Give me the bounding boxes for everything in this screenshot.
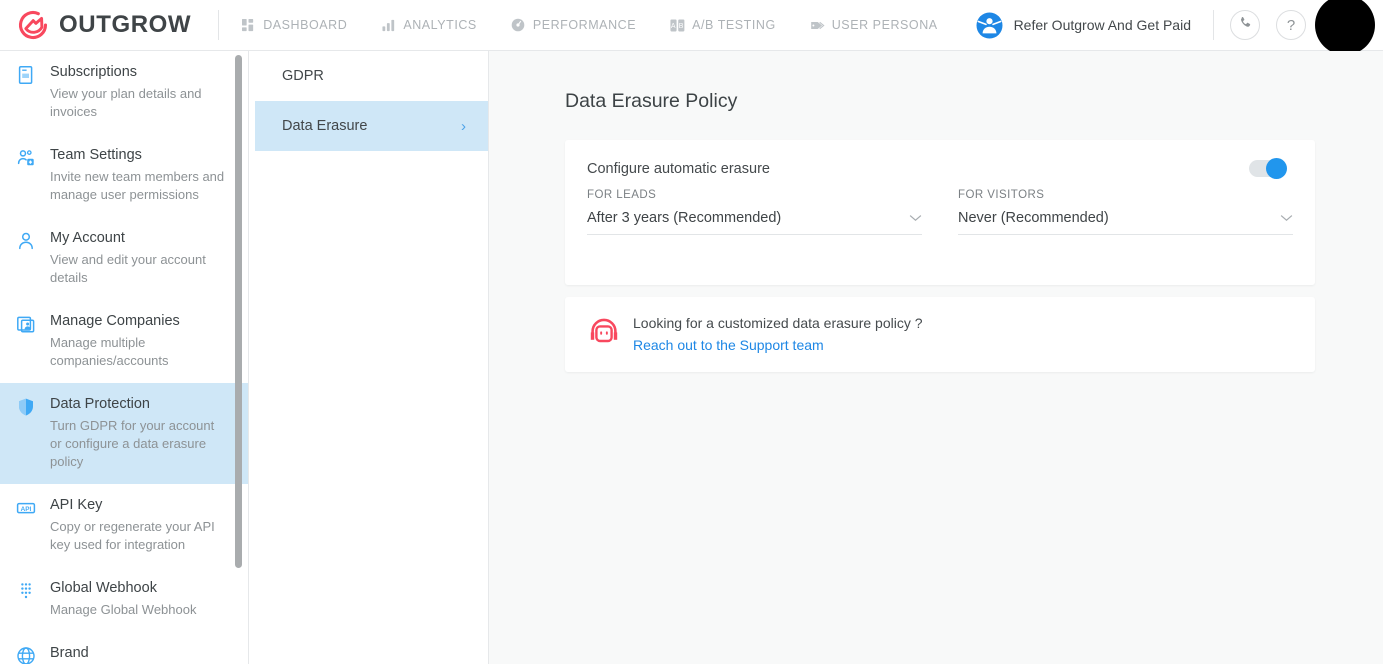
bar-chart-icon (381, 18, 396, 33)
for-leads-value: After 3 years (Recommended) (587, 210, 782, 226)
settings-sidebar: Subscriptions View your plan details and… (0, 51, 249, 664)
nav-item-performance[interactable]: PERFORMANCE (494, 0, 653, 51)
sidebar-item-title: Manage Companies (50, 313, 180, 329)
sidebar-item-subscriptions[interactable]: Subscriptions View your plan details and… (0, 51, 248, 134)
nav-label: DASHBOARD (263, 18, 348, 32)
erasure-toggle-row: Configure automatic erasure (565, 140, 1315, 179)
sidebar-scrollbar-track[interactable] (235, 51, 246, 664)
erasure-toggle-label: Configure automatic erasure (587, 160, 770, 177)
chevron-down-icon (909, 210, 922, 226)
sidebar-item-data-protection[interactable]: Data Protection Turn GDPR for your accou… (0, 383, 248, 484)
sidebar-item-team-settings[interactable]: Team Settings Invite new team members an… (0, 134, 248, 217)
outgrow-logo-icon (16, 8, 50, 42)
sidebar-scrollbar-thumb[interactable] (235, 55, 242, 568)
support-team-link[interactable]: Reach out to the Support team (633, 337, 824, 353)
sidebar-item-title: Global Webhook (50, 580, 157, 596)
nav-label: PERFORMANCE (532, 18, 637, 32)
subsidebar-item-data-erasure[interactable]: Data Erasure › (255, 101, 488, 151)
top-navigation: DASHBOARD ANALYTICS PERFORMANCE A B A/B … (224, 0, 954, 51)
erasure-fields: FOR LEADS After 3 years (Recommended) FO… (565, 177, 1315, 235)
sidebar-item-title: My Account (50, 230, 125, 246)
for-leads-field: FOR LEADS After 3 years (Recommended) (587, 189, 922, 235)
for-visitors-field: FOR VISITORS Never (Recommended) (958, 189, 1293, 235)
main-content: Data Erasure Policy Configure automatic … (489, 51, 1383, 664)
for-leads-select[interactable]: After 3 years (Recommended) (587, 210, 922, 235)
sidebar-item-desc: Manage Global Webhook (50, 602, 197, 617)
sidebar-item-title: Brand (50, 645, 89, 661)
for-visitors-value: Never (Recommended) (958, 210, 1109, 226)
nav-label: A/B TESTING (692, 18, 776, 32)
nav-label: USER PERSONA (831, 18, 938, 32)
for-visitors-select[interactable]: Never (Recommended) (958, 210, 1293, 235)
question-mark-icon: ? (1286, 16, 1296, 34)
speedometer-icon (511, 18, 526, 33)
sidebar-item-desc: Invite new team members and manage user … (50, 169, 225, 202)
sidebar-item-desc: Manage multiple companies/accounts (50, 335, 169, 368)
tag-icon (810, 18, 825, 33)
sidebar-item-desc: Turn GDPR for your account or configure … (50, 418, 215, 469)
ab-split-icon: A B (670, 18, 685, 33)
subsidebar-item-label: GDPR (282, 68, 324, 84)
erasure-settings-card: Configure automatic erasure FOR LEADS Af… (565, 140, 1315, 285)
document-invoice-icon (16, 63, 38, 85)
svg-text:API: API (21, 506, 32, 513)
headset-support-icon (587, 315, 621, 354)
sidebar-item-title: Subscriptions (50, 64, 138, 80)
svg-text:A: A (671, 22, 676, 29)
companies-cards-icon (16, 312, 38, 334)
refer-label: Refer Outgrow And Get Paid (1013, 17, 1191, 33)
nav-label: ANALYTICS (403, 18, 477, 32)
chevron-right-icon: › (461, 117, 466, 135)
support-text: Looking for a customized data erasure po… (633, 315, 923, 355)
user-avatar[interactable] (1315, 0, 1375, 55)
topbar-divider (218, 10, 220, 40)
phone-icon (1239, 16, 1252, 34)
nav-item-ab-testing[interactable]: A B A/B TESTING (653, 0, 793, 51)
chevron-down-icon (1280, 210, 1293, 226)
for-leads-label: FOR LEADS (587, 189, 657, 201)
sidebar-item-my-account[interactable]: My Account View and edit your account de… (0, 217, 248, 300)
subsidebar-item-label: Data Erasure (282, 118, 368, 134)
globe-icon (16, 644, 38, 664)
sidebar-item-title: API Key (50, 497, 103, 513)
team-users-icon (16, 146, 38, 168)
support-card: Looking for a customized data erasure po… (565, 297, 1315, 372)
sidebar-item-title: Team Settings (50, 147, 142, 163)
page-title: Data Erasure Policy (565, 90, 738, 112)
gdpr-subsidebar: GDPR Data Erasure › (255, 51, 489, 664)
shield-icon (16, 395, 38, 417)
top-bar: OUTGROW DASHBOARD ANALYTICS PERFORMANCE … (0, 0, 1383, 55)
svg-text:B: B (679, 22, 684, 29)
automatic-erasure-toggle[interactable] (1249, 158, 1287, 179)
sidebar-item-desc: View and edit your account details (50, 252, 206, 285)
top-bar-right: Refer Outgrow And Get Paid ? (976, 0, 1383, 55)
brand-block[interactable]: OUTGROW (0, 8, 191, 42)
sidebar-item-brand[interactable]: Brand Manage your custom (0, 632, 248, 664)
brand-name: OUTGROW (59, 11, 192, 38)
sidebar-item-title: Data Protection (50, 396, 150, 412)
right-divider (1213, 10, 1214, 40)
phone-button[interactable] (1230, 10, 1260, 40)
for-visitors-label: FOR VISITORS (958, 189, 1045, 201)
sidebar-item-desc: View your plan details and invoices (50, 86, 202, 119)
grid-squares-icon (241, 18, 256, 33)
support-question: Looking for a customized data erasure po… (633, 314, 923, 331)
sidebar-item-global-webhook[interactable]: Global Webhook Manage Global Webhook (0, 567, 248, 632)
sidebar-item-desc: Copy or regenerate your API key used for… (50, 519, 215, 552)
subsidebar-item-gdpr[interactable]: GDPR (255, 51, 488, 101)
sidebar-item-manage-companies[interactable]: Manage Companies Manage multiple compani… (0, 300, 248, 383)
person-icon (16, 229, 38, 251)
refer-outgrow-button[interactable]: Refer Outgrow And Get Paid (976, 12, 1213, 39)
nav-item-user-persona[interactable]: USER PERSONA (793, 0, 955, 51)
sidebar-item-api-key[interactable]: API API Key Copy or regenerate your API … (0, 484, 248, 567)
nav-item-analytics[interactable]: ANALYTICS (364, 0, 494, 51)
refer-person-icon (976, 12, 1003, 39)
toggle-knob (1266, 158, 1287, 179)
nav-item-dashboard[interactable]: DASHBOARD (224, 0, 364, 51)
help-button[interactable]: ? (1276, 10, 1306, 40)
webhook-dots-icon (16, 579, 38, 601)
api-key-icon: API (16, 496, 38, 518)
